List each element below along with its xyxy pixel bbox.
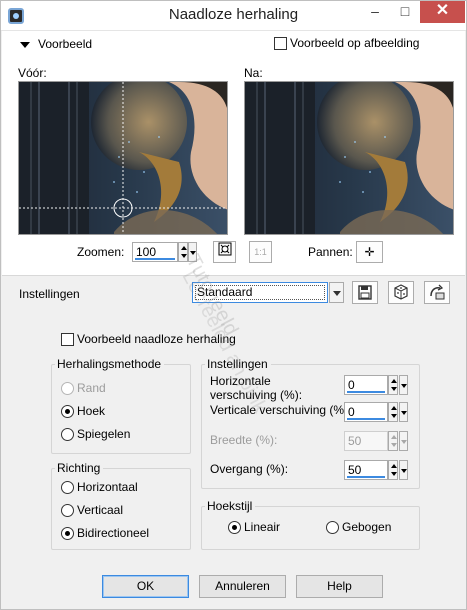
maximize-button[interactable]: □ (390, 1, 420, 23)
width-dropdown[interactable] (399, 431, 408, 451)
direction-radio-verticaal[interactable] (61, 504, 74, 517)
zoom-fit-icon (218, 242, 231, 256)
horizontal-offset-input[interactable]: 0 (344, 375, 388, 395)
method-option-hoek: Hoek (77, 404, 106, 418)
direction-group-title: Richting (55, 461, 104, 475)
pan-label: Pannen: (308, 245, 353, 259)
method-radio-hoek[interactable] (61, 405, 74, 418)
after-preview-image[interactable] (244, 81, 454, 235)
width-value: 50 (348, 434, 362, 448)
preset-dropdown-arrow[interactable] (329, 282, 344, 303)
corner-radio-gebogen[interactable] (326, 521, 339, 534)
transition-value: 50 (348, 463, 362, 477)
transition-spinner[interactable] (388, 460, 398, 480)
zoom-input[interactable]: 100 (132, 242, 178, 262)
dice-icon (394, 284, 408, 300)
zoom-value: 100 (136, 245, 157, 259)
direction-option-bidirectioneel: Bidirectioneel (77, 526, 150, 540)
transition-input[interactable]: 50 (344, 460, 388, 480)
method-option-rand: Rand (77, 381, 106, 395)
vertical-offset-dropdown[interactable] (399, 402, 408, 422)
vertical-offset-underline (347, 418, 385, 420)
method-group-title: Herhalingsmethode (55, 357, 165, 371)
randomize-button[interactable] (388, 281, 414, 304)
corner-radio-lineair[interactable] (228, 521, 241, 534)
preview-on-image-label: Voorbeeld op afbeelding (290, 36, 420, 50)
horizontal-offset-spinner[interactable] (388, 375, 398, 395)
save-preset-button[interactable] (352, 281, 378, 304)
preview-panel: Voorbeeld Voorbeeld op afbeelding Vóór: … (2, 31, 465, 276)
corner-option-lineair: Lineair (244, 520, 281, 534)
direction-radio-horizontaal[interactable] (61, 481, 74, 494)
horizontal-offset-underline (347, 391, 385, 393)
preview-section-label: Voorbeeld (38, 37, 93, 51)
before-label: Vóór: (18, 66, 47, 80)
collapse-arrow-icon[interactable] (20, 42, 30, 48)
reset-icon (430, 284, 445, 300)
direction-radio-bidirectioneel[interactable] (61, 527, 74, 540)
method-radio-rand[interactable] (61, 382, 74, 395)
reset-button[interactable] (424, 281, 450, 304)
title-bar[interactable]: Naadloze herhaling – □ ✕ (1, 1, 466, 31)
ok-button[interactable]: OK (102, 575, 189, 598)
transition-label: Overgang (%): (210, 462, 289, 476)
preview-on-image-checkbox[interactable] (274, 37, 287, 50)
width-label: Breedte (%): (210, 433, 278, 447)
method-radio-spiegelen[interactable] (61, 428, 74, 441)
corner-style-group-title: Hoekstijl (205, 499, 256, 513)
zoom-focus-underline (135, 258, 175, 260)
vertical-offset-value: 0 (348, 405, 355, 419)
method-option-spiegelen: Spiegelen (77, 427, 131, 441)
horizontal-offset-dropdown[interactable] (399, 375, 408, 395)
direction-option-horizontaal: Horizontaal (77, 480, 138, 494)
width-input[interactable]: 50 (344, 431, 388, 451)
cancel-button[interactable]: Annuleren (199, 575, 286, 598)
vertical-offset-input[interactable]: 0 (344, 402, 388, 422)
transition-dropdown[interactable] (399, 460, 408, 480)
pan-button[interactable]: ✛ (356, 241, 383, 263)
save-icon (358, 285, 372, 300)
direction-option-verticaal: Verticaal (77, 503, 124, 517)
horizontal-offset-value: 0 (348, 378, 355, 392)
settings-bar-label: Instellingen (19, 287, 80, 301)
width-spinner[interactable] (388, 431, 398, 451)
vertical-offset-label: Verticale verschuiving (%): (210, 403, 352, 417)
after-label: Na: (244, 66, 263, 80)
help-button[interactable]: Help (296, 575, 383, 598)
corner-option-gebogen: Gebogen (342, 520, 392, 534)
close-button[interactable]: ✕ (420, 1, 465, 23)
vertical-offset-spinner[interactable] (388, 402, 398, 422)
zoom-fit-button[interactable] (213, 241, 236, 263)
zoom-label: Zoomen: (77, 245, 125, 259)
before-preview-image[interactable] (18, 81, 228, 235)
dialog-window: Naadloze herhaling – □ ✕ Voorbeeld Voorb… (0, 0, 467, 610)
seamless-preview-checkbox[interactable] (61, 333, 74, 346)
transition-underline (347, 476, 385, 478)
actual-size-button[interactable]: 1:1 (249, 241, 272, 263)
minimize-button[interactable]: – (360, 1, 390, 23)
